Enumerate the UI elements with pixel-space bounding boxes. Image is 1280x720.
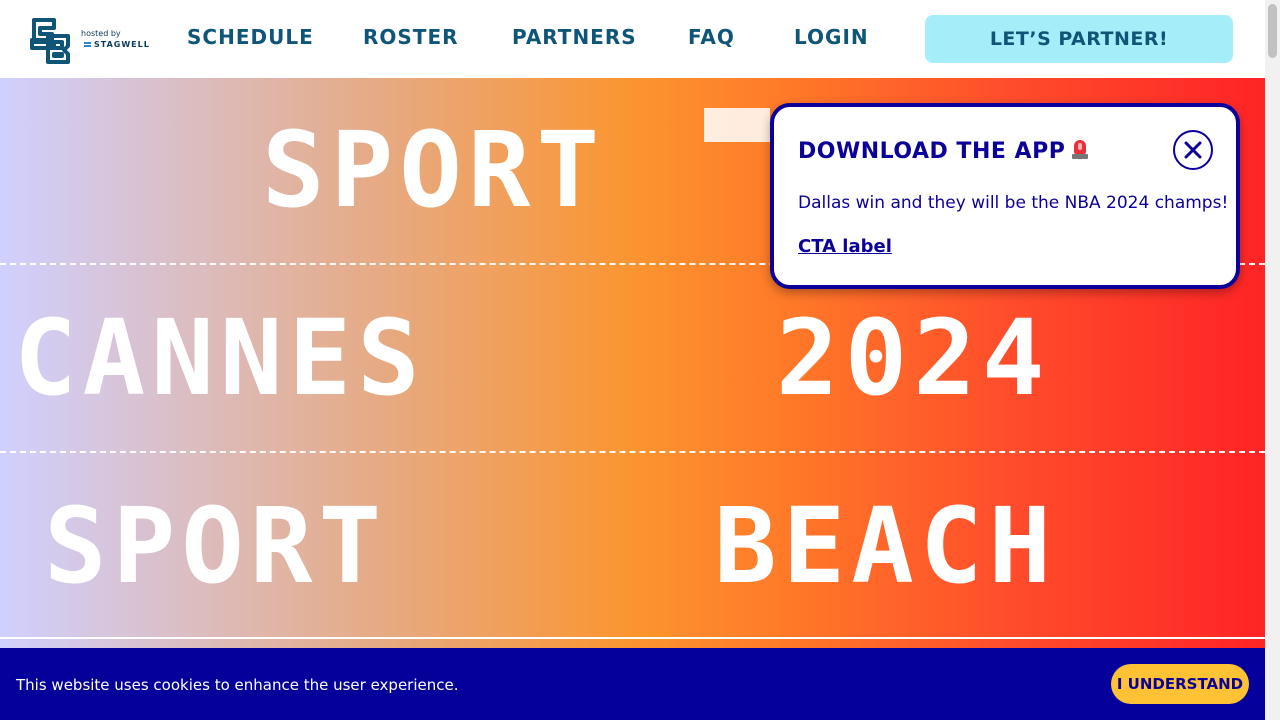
hero-word-year: 2024: [776, 297, 1051, 419]
sport-beach-logo[interactable]: hosted by STAGWELL: [28, 16, 150, 64]
download-app-popup: DOWNLOAD THE APP Dallas win and they wil…: [770, 103, 1240, 289]
nav-partners[interactable]: PARTNERS: [512, 25, 637, 49]
hero-decoration: [704, 108, 770, 142]
hero-word-sport-bottom: SPORT: [44, 485, 388, 607]
hosted-by-label: hosted by: [81, 29, 121, 38]
nav-faq[interactable]: FAQ: [688, 25, 735, 49]
nav-login[interactable]: LOGIN: [794, 25, 869, 49]
site-header: hosted by STAGWELL SCHEDULE ROSTER PARTN…: [0, 0, 1265, 78]
page-scrollbar[interactable]: [1265, 0, 1280, 720]
popup-cta-link[interactable]: CTA label: [798, 236, 892, 257]
siren-icon: [1071, 138, 1089, 160]
cookie-message: This website uses cookies to enhance the…: [16, 676, 459, 694]
stagwell-label: STAGWELL: [94, 40, 150, 49]
nav-roster[interactable]: ROSTER: [363, 25, 459, 49]
hero-word-sport-top: SPORT: [262, 109, 606, 231]
popup-title-text: DOWNLOAD THE APP: [798, 139, 1066, 164]
cookie-banner: This website uses cookies to enhance the…: [0, 648, 1265, 720]
lets-partner-button[interactable]: LET’S PARTNER!: [925, 15, 1233, 63]
scrollbar-thumb[interactable]: [1268, 4, 1277, 58]
sb-logo-mark-icon: [30, 18, 70, 64]
hero-bottom-rule: [0, 637, 1265, 639]
cookie-accept-button[interactable]: I UNDERSTAND: [1111, 664, 1249, 704]
hero-word-cannes: CANNES: [14, 297, 426, 419]
stagwell-mark-icon: [84, 42, 92, 48]
popup-message: Dallas win and they will be the NBA 2024…: [798, 193, 1229, 213]
hero-word-beach: BEACH: [714, 485, 1058, 607]
popup-close-button[interactable]: [1173, 130, 1213, 170]
hero-divider: [0, 451, 1265, 453]
nav-schedule[interactable]: SCHEDULE: [187, 25, 314, 49]
close-icon: [1184, 141, 1202, 159]
popup-title: DOWNLOAD THE APP: [798, 138, 1089, 164]
